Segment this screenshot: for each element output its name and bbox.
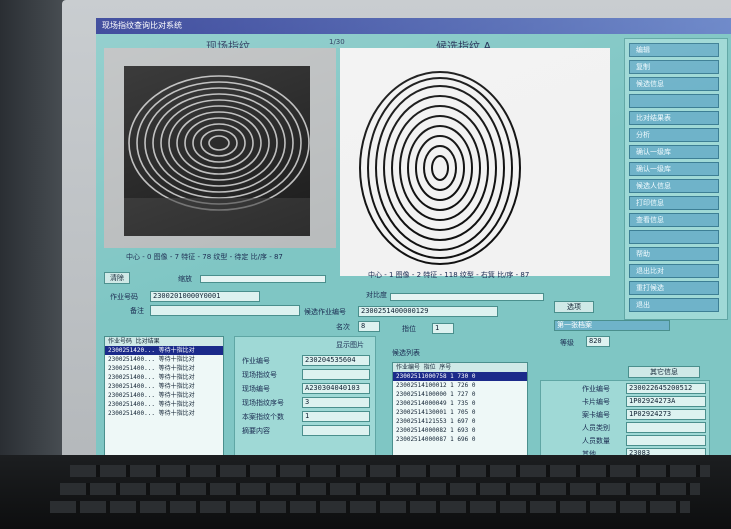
candidate-no-label: 候选作业编号 — [304, 308, 346, 316]
sidebar-item[interactable]: 打印信息 — [629, 196, 719, 210]
latent-caption: 中心 - 0 图像 - 7 特征 - 78 纹型 - 待定 比/序 - 87 — [126, 253, 283, 261]
sidebar-item[interactable]: 退出比对 — [629, 264, 719, 278]
list-item[interactable]: 2300251400... 等待十指比对 — [105, 391, 223, 400]
job-info-label: 作业编号 — [242, 357, 270, 365]
sidebar-item[interactable] — [629, 94, 719, 108]
list-item[interactable]: 23002514000049 1 735 0 — [393, 399, 527, 408]
sidebar-item[interactable]: 确认一级库 — [629, 162, 719, 176]
sidebar-item[interactable]: 重打候选 — [629, 281, 719, 295]
candidate-no-field[interactable]: 2300251400000129 — [358, 306, 498, 317]
key-row — [50, 501, 690, 513]
latent-fingerprint-image — [124, 66, 310, 236]
list-item[interactable]: 2300251400... 等待十指比对 — [105, 382, 223, 391]
score-field[interactable]: 8 — [358, 321, 380, 332]
zoom-slider[interactable] — [200, 275, 326, 283]
list-item[interactable]: 23002514000082 1 693 0 — [393, 426, 527, 435]
finger-label: 指位 — [402, 325, 416, 333]
sidebar-item[interactable]: 复制 — [629, 60, 719, 74]
candidate-caption: 中心 - 1 图像 - 2 特征 - 118 纹型 - 右箕 比/序 - 87 — [368, 271, 530, 279]
list-item[interactable]: 23002514100000 1 727 0 — [393, 390, 527, 399]
list-item[interactable]: 23002514121553 1 697 0 — [393, 417, 527, 426]
keyboard — [0, 455, 731, 529]
candidate-print-frame — [340, 48, 610, 276]
other-info-label: 作业编号 — [582, 385, 610, 393]
job-info-field[interactable] — [302, 425, 370, 436]
sidebar-item[interactable]: 候选人信息 — [629, 179, 719, 193]
sidebar-panel: 编辑 复制 候选信息 比对结果表 分析 确认一级库 确认一级库 候选人信息 打印信息 查看信息 帮助… — [624, 38, 728, 320]
list-item[interactable]: 2300251400... 等待十指比对 — [105, 355, 223, 364]
show-image-checkbox[interactable]: 显示图片 — [336, 340, 364, 350]
job-no-field[interactable]: 23002010000Y0001 — [150, 291, 260, 302]
contrast-slider[interactable] — [390, 293, 544, 301]
other-info-field[interactable]: 230022645200512 — [626, 383, 706, 394]
candidate-fingerprint-image — [359, 71, 521, 265]
list-item[interactable]: 2300251400... 等待十指比对 — [105, 373, 223, 382]
list-header: 作业号码 比对结果 — [105, 337, 223, 346]
list-item[interactable]: 2300251400... 等待十指比对 — [105, 364, 223, 373]
list-item[interactable]: 23002511000758 1 730 0 — [393, 372, 527, 381]
job-info-field[interactable]: 1 — [302, 411, 370, 422]
other-info-label: 人员类别 — [582, 424, 610, 432]
other-info-field[interactable]: 1P02924273 — [626, 409, 706, 420]
latent-print-frame — [104, 48, 336, 248]
window-title: 现场指纹查询比对系统 — [96, 18, 731, 34]
apply-button[interactable]: 选项 — [554, 301, 594, 313]
other-info-label: 人员数量 — [582, 437, 610, 445]
job-info-label: 现场指纹序号 — [242, 399, 284, 407]
grade-label: 等级 — [560, 339, 574, 347]
other-info-label: 案卡编号 — [582, 411, 610, 419]
other-info-field[interactable]: 1P02924273A — [626, 396, 706, 407]
list-item[interactable]: 2300251400... 等待十指比对 — [105, 409, 223, 418]
sidebar-item[interactable]: 分析 — [629, 128, 719, 142]
sidebar-item[interactable]: 编辑 — [629, 43, 719, 57]
job-info-label: 本案指纹个数 — [242, 413, 284, 421]
latent-tag: 1/30 — [329, 38, 345, 46]
candidate-list-title: 候选列表 — [392, 349, 420, 357]
other-info-field[interactable] — [626, 422, 706, 433]
monitor-screen: 现场指纹查询比对系统 现场指纹 1/30 中心 - 0 图像 - 7 特征 - … — [96, 18, 731, 463]
job-info-field[interactable] — [302, 369, 370, 380]
sidebar-item[interactable] — [629, 230, 719, 244]
list-item[interactable]: 23002514000087 1 696 0 — [393, 435, 527, 444]
finger-field[interactable]: 1 — [432, 323, 454, 334]
left-result-list[interactable]: 作业号码 比对结果 2300251420... 等待十指比对 2300251400… — [104, 336, 224, 461]
key-row — [70, 465, 710, 477]
list-item[interactable]: 2300251400... 等待十指比对 — [105, 400, 223, 409]
job-info-field[interactable]: A230304040103 — [302, 383, 370, 394]
list-item[interactable]: 23002514100012 1 726 0 — [393, 381, 527, 390]
other-info-button[interactable]: 其它信息 — [628, 366, 700, 378]
contrast-label: 对比度 — [366, 291, 387, 299]
grade-field[interactable]: 820 — [586, 336, 610, 347]
job-info-field[interactable]: 3 — [302, 397, 370, 408]
sidebar-item[interactable]: 比对结果表 — [629, 111, 719, 125]
sidebar-item[interactable]: 查看信息 — [629, 213, 719, 227]
sidebar-item[interactable]: 退出 — [629, 298, 719, 312]
sidebar-item[interactable]: 确认一级库 — [629, 145, 719, 159]
job-info-field[interactable]: 230204535604 — [302, 355, 370, 366]
job-info-label: 现场编号 — [242, 385, 270, 393]
sidebar-item[interactable]: 帮助 — [629, 247, 719, 261]
list-item[interactable]: 23002514130001 1 705 0 — [393, 408, 527, 417]
sidebar-item[interactable]: 候选信息 — [629, 77, 719, 91]
clear-button[interactable]: 清除 — [104, 272, 130, 284]
candidate-list[interactable]: 作业编号 指位 序号 23002511000758 1 730 0 2300251… — [392, 362, 528, 461]
other-info-label: 卡片编号 — [582, 398, 610, 406]
list-item[interactable]: 2300251420... 等待十指比对 — [105, 346, 223, 355]
other-info-field[interactable] — [626, 435, 706, 446]
status-field: 第一张档案 — [554, 320, 670, 331]
score-label: 名次 — [336, 323, 350, 331]
job-info-label: 现场指纹号 — [242, 371, 277, 379]
note-label: 备注 — [130, 307, 144, 315]
job-info-label: 摘要内容 — [242, 427, 270, 435]
key-row — [60, 483, 700, 495]
note-field[interactable] — [150, 305, 300, 316]
job-no-label: 作业号码 — [110, 293, 138, 301]
zoom-label: 缩放 — [178, 275, 192, 283]
list-header: 作业编号 指位 序号 — [393, 363, 527, 372]
